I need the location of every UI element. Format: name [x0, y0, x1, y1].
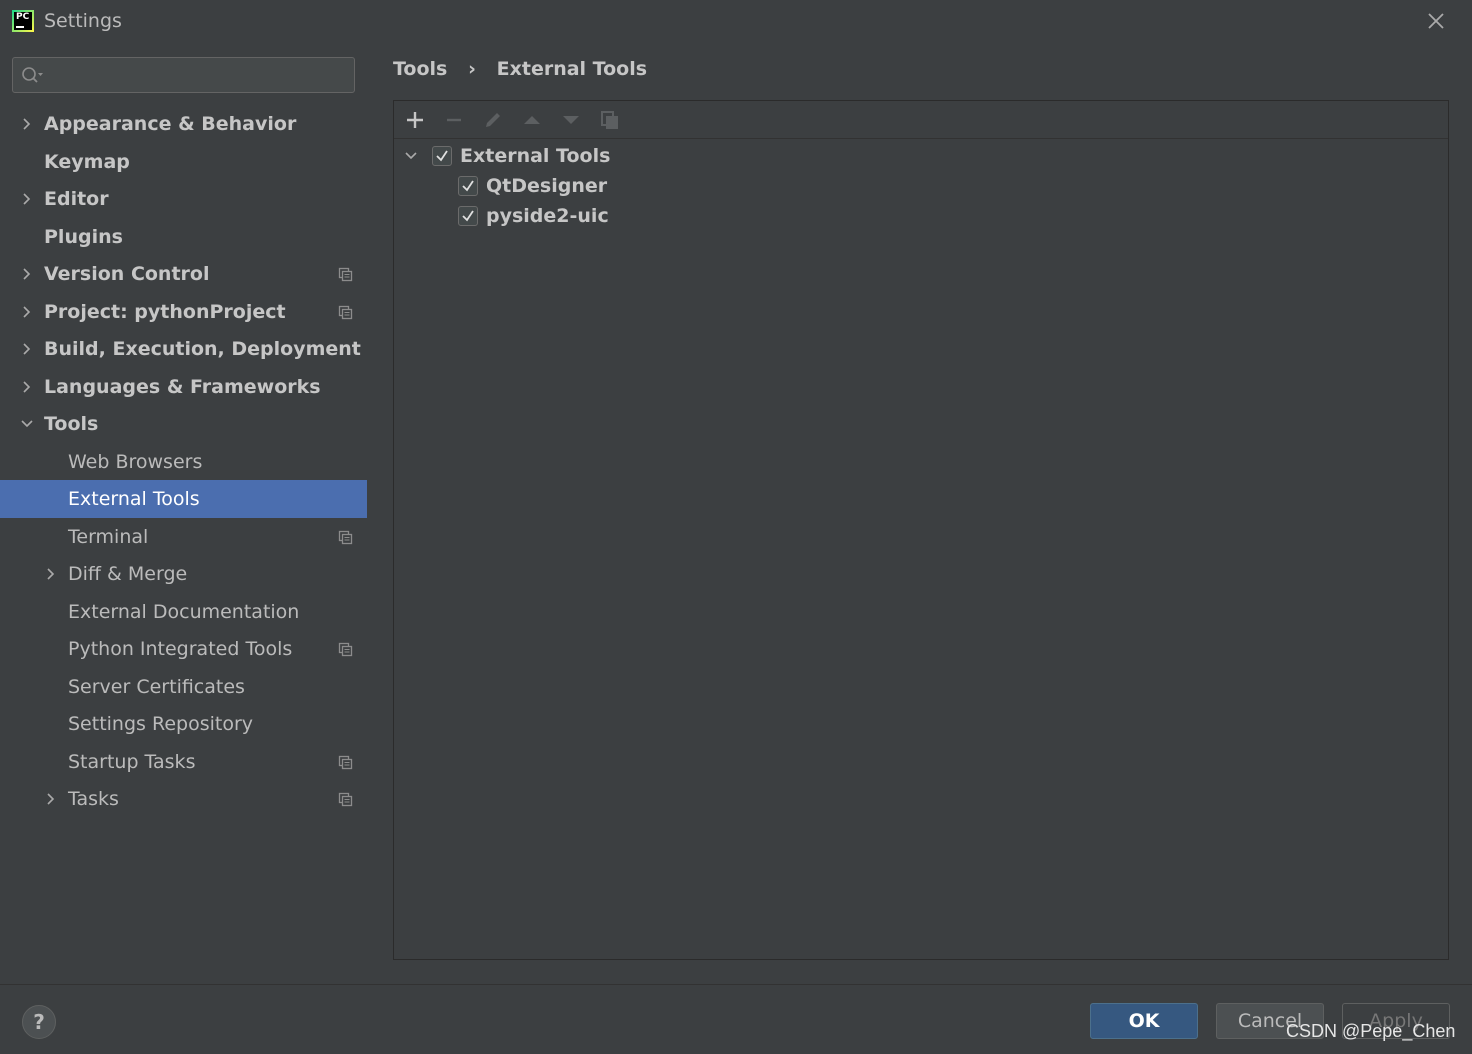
sidebar-item-editor[interactable]: Editor — [0, 180, 367, 218]
sidebar-item-label: Build, Execution, Deployment — [44, 338, 361, 360]
tool-checkbox[interactable] — [458, 206, 478, 226]
sidebar-item-label: Keymap — [44, 150, 130, 173]
copy-icon[interactable] — [599, 109, 621, 131]
sidebar-item-tools[interactable]: Tools — [0, 405, 367, 443]
tool-label: pyside2-uic — [486, 205, 609, 227]
sidebar-item-appearance-behavior[interactable]: Appearance & Behavior — [0, 105, 367, 143]
search-field[interactable] — [12, 57, 355, 93]
tool-group-checkbox[interactable] — [432, 146, 452, 166]
project-level-icon — [338, 792, 353, 807]
sidebar-item-startup-tasks[interactable]: Startup Tasks — [0, 743, 367, 781]
tool-checkbox[interactable] — [458, 176, 478, 196]
chevron-right-icon[interactable] — [20, 192, 34, 206]
sidebar-item-label: Appearance & Behavior — [44, 113, 297, 135]
watermark: CSDN @Pepe_Chen — [1286, 1021, 1456, 1041]
sidebar-item-label: Web Browsers — [68, 450, 203, 473]
sidebar-item-label: Tools — [44, 413, 99, 435]
external-tools-panel: External Tools QtDesigner pyside2-uic — [393, 100, 1449, 960]
search-icon — [22, 67, 43, 83]
sidebar-item-label: Terminal — [68, 525, 149, 548]
sidebar-item-label: Languages & Frameworks — [44, 375, 321, 398]
sidebar-item-label: Tasks — [68, 788, 119, 810]
sidebar-item-diff-merge[interactable]: Diff & Merge — [0, 555, 367, 593]
breadcrumb-current: External Tools — [496, 57, 648, 80]
project-level-icon — [338, 267, 353, 282]
tool-group-row[interactable]: External Tools — [404, 141, 804, 171]
chevron-right-icon[interactable] — [20, 117, 34, 131]
search-input[interactable] — [49, 62, 349, 88]
sidebar-item-label: Editor — [44, 188, 109, 210]
sidebar-item-plugins[interactable]: Plugins — [0, 218, 367, 256]
sidebar-item-server-certificates[interactable]: Server Certificates — [0, 668, 367, 706]
sidebar-item-web-browsers[interactable]: Web Browsers — [0, 443, 367, 481]
project-level-icon — [338, 305, 353, 319]
breadcrumb: Tools › External Tools — [393, 54, 647, 82]
pycharm-logo-icon: PC — [12, 10, 34, 32]
title-bar: PC Settings — [0, 0, 1472, 42]
sidebar-item-label: Plugins — [44, 225, 123, 248]
project-level-icon — [338, 755, 353, 769]
chevron-right-icon[interactable] — [44, 792, 58, 806]
sidebar-item-label: Version Control — [44, 263, 210, 285]
move-down-icon[interactable] — [560, 109, 582, 131]
window-title: Settings — [44, 10, 122, 32]
chevron-down-icon[interactable] — [404, 149, 418, 163]
chevron-right-icon[interactable] — [20, 267, 34, 281]
logo-text: PC — [16, 12, 30, 22]
project-level-icon — [338, 642, 353, 657]
sidebar-item-keymap[interactable]: Keymap — [0, 143, 367, 181]
sidebar-item-languages-frameworks[interactable]: Languages & Frameworks — [0, 368, 367, 406]
tool-label: QtDesigner — [486, 175, 608, 197]
move-up-icon[interactable] — [521, 109, 543, 131]
sidebar-item-version-control[interactable]: Version Control — [0, 255, 367, 293]
edit-icon[interactable] — [482, 109, 504, 131]
sidebar-item-label: External Documentation — [68, 600, 300, 623]
tool-group-label: External Tools — [460, 145, 611, 167]
sidebar-item-label: Settings Repository — [68, 713, 253, 735]
dialog-footer: ? OK Cancel Apply — [0, 984, 1472, 1054]
sidebar-item-label: Startup Tasks — [68, 750, 196, 773]
tool-row-qtdesigner[interactable]: QtDesigner — [458, 171, 858, 201]
tool-row-pyside2-uic[interactable]: pyside2-uic — [458, 201, 858, 231]
chevron-right-icon[interactable] — [20, 305, 34, 319]
sidebar-item-label: Server Certificates — [68, 675, 245, 698]
remove-icon[interactable] — [443, 109, 465, 131]
ok-button[interactable]: OK — [1090, 1003, 1198, 1039]
sidebar-item-label: Python Integrated Tools — [68, 638, 293, 660]
settings-sidebar: Appearance & Behavior Keymap Editor Plugins… — [0, 42, 367, 984]
breadcrumb-separator-icon: › — [468, 57, 476, 80]
sidebar-item-tasks[interactable]: Tasks — [0, 780, 367, 818]
close-icon[interactable] — [1425, 10, 1447, 32]
breadcrumb-parent[interactable]: Tools — [393, 55, 447, 83]
tools-toolbar — [394, 101, 1448, 139]
sidebar-item-settings-repository[interactable]: Settings Repository — [0, 705, 367, 743]
sidebar-item-label: External Tools — [68, 488, 200, 510]
chevron-down-icon[interactable] — [20, 417, 34, 431]
help-button[interactable]: ? — [22, 1005, 56, 1039]
project-level-icon — [338, 530, 353, 544]
sidebar-item-label: Project: pythonProject — [44, 300, 286, 323]
sidebar-item-terminal[interactable]: Terminal — [0, 518, 367, 556]
sidebar-item-python-integrated-tools[interactable]: Python Integrated Tools — [0, 630, 367, 668]
sidebar-item-project-pythonproject[interactable]: Project: pythonProject — [0, 293, 367, 331]
chevron-right-icon[interactable] — [20, 380, 34, 394]
add-icon[interactable] — [404, 109, 426, 131]
chevron-right-icon[interactable] — [44, 567, 58, 581]
sidebar-item-label: Diff & Merge — [68, 563, 188, 585]
sidebar-item-external-documentation[interactable]: External Documentation — [0, 593, 367, 631]
chevron-right-icon[interactable] — [20, 342, 34, 356]
sidebar-item-build-execution-deployment[interactable]: Build, Execution, Deployment — [0, 330, 367, 368]
sidebar-item-external-tools[interactable]: External Tools — [0, 480, 367, 518]
